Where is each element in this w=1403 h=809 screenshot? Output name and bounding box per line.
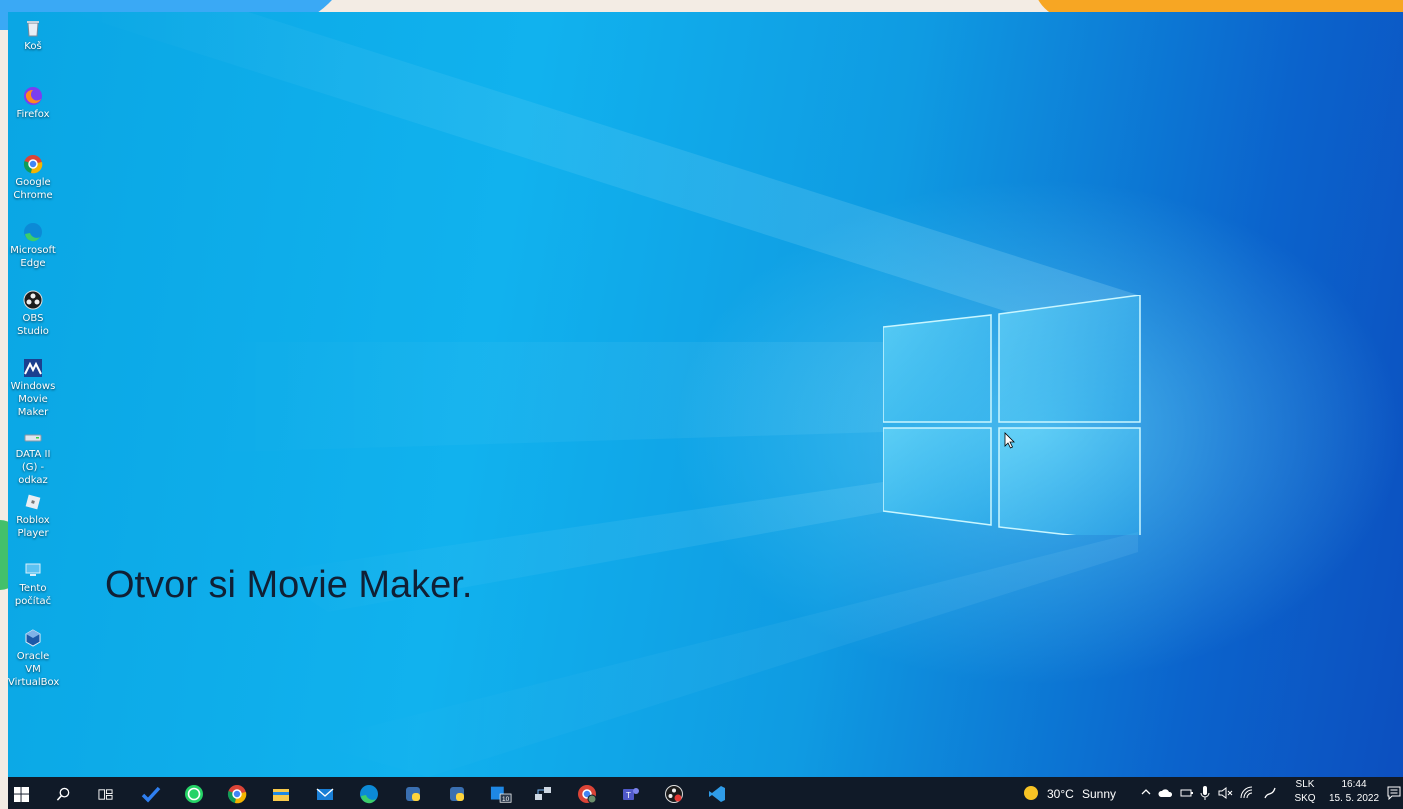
desktop-icon-label: Microsoft Edge bbox=[10, 245, 56, 269]
taskbar: 10 T 30°C Sunny SLK SKQ 16:44 15. 5. 202… bbox=[8, 777, 1403, 809]
desktop-icon-label: OBS Studio bbox=[17, 313, 49, 337]
taskbar-teams[interactable]: T bbox=[620, 783, 642, 805]
vscode-icon bbox=[709, 786, 725, 802]
desktop-icon-chrome[interactable]: Google Chrome bbox=[8, 154, 58, 202]
windows-logo bbox=[883, 295, 1141, 535]
firefox-icon bbox=[24, 87, 42, 105]
obs-icon bbox=[23, 290, 43, 310]
movie-maker-icon bbox=[24, 359, 42, 377]
obs-icon bbox=[665, 785, 683, 803]
taskbar-python-2[interactable] bbox=[446, 783, 468, 805]
weather-condition: Sunny bbox=[1082, 787, 1117, 801]
desktop-icon-firefox[interactable]: Firefox bbox=[8, 86, 58, 121]
taskbar-python-1[interactable] bbox=[402, 783, 424, 805]
desktop-icon-this-pc[interactable]: Tento počítač bbox=[8, 560, 58, 608]
chrome-profile-icon bbox=[578, 785, 597, 804]
desktop-icon-label: Oracle VM VirtualBox bbox=[8, 651, 60, 688]
taskbar-todo[interactable] bbox=[140, 783, 162, 805]
clock-time: 16:44 bbox=[1341, 779, 1367, 790]
roblox-icon bbox=[25, 494, 41, 510]
desktop-icon-obs[interactable]: OBS Studio bbox=[8, 290, 58, 338]
language-code: SLK bbox=[1295, 779, 1315, 790]
desktop-icon-data-drive[interactable]: DATA II (G) - odkaz bbox=[8, 426, 58, 487]
taskbar-edge[interactable] bbox=[358, 783, 380, 805]
python-icon bbox=[406, 787, 420, 801]
desktop-icon-label: Koš bbox=[24, 41, 42, 52]
edge-icon bbox=[24, 223, 42, 242]
wifi-icon[interactable] bbox=[1240, 786, 1254, 800]
screen-frame: Koš Firefox Google Chrome Microsoft Edge… bbox=[0, 0, 1403, 809]
chevron-up-icon bbox=[1141, 789, 1151, 795]
taskbar-vscode[interactable] bbox=[706, 783, 728, 805]
task-view-icon bbox=[97, 788, 113, 800]
desktop-icon-virtualbox[interactable]: Oracle VM VirtualBox bbox=[8, 628, 60, 689]
taskbar-search-button[interactable] bbox=[52, 783, 74, 805]
chrome-icon bbox=[227, 785, 247, 804]
file-explorer-icon bbox=[273, 789, 289, 801]
edge-icon bbox=[360, 785, 378, 804]
search-icon bbox=[56, 787, 69, 801]
todo-icon bbox=[141, 786, 161, 803]
mouse-cursor-icon bbox=[1004, 432, 1015, 449]
desktop-icon-label: Roblox Player bbox=[16, 515, 50, 539]
clock[interactable]: 16:44 15. 5. 2022 bbox=[1325, 779, 1383, 804]
desktop-icon-label: DATA II (G) - odkaz bbox=[15, 449, 51, 486]
drive-shortcut-icon bbox=[24, 434, 42, 442]
teams-icon: T bbox=[623, 788, 639, 800]
mail-icon bbox=[316, 788, 334, 800]
virtualbox-icon bbox=[25, 629, 41, 647]
desktop-icon-label: Firefox bbox=[16, 109, 50, 120]
app-badge-count: 10 bbox=[502, 796, 510, 803]
app-badge-icon: 10 bbox=[490, 786, 512, 803]
taskbar-chrome-profile[interactable] bbox=[576, 783, 598, 805]
taskbar-network-app[interactable] bbox=[532, 783, 554, 805]
taskbar-whatsapp[interactable] bbox=[183, 783, 205, 805]
network-app-icon bbox=[535, 787, 551, 800]
task-view-button[interactable] bbox=[94, 783, 116, 805]
desktop-icon-label: Windows Movie Maker bbox=[10, 381, 56, 418]
instruction-caption: Otvor si Movie Maker. bbox=[105, 564, 473, 606]
desktop-icon-roblox[interactable]: Roblox Player bbox=[8, 492, 58, 540]
taskbar-chrome[interactable] bbox=[226, 783, 248, 805]
pen-icon[interactable] bbox=[1262, 785, 1278, 801]
start-button[interactable] bbox=[10, 783, 32, 805]
wallpaper-light-beams bbox=[68, 12, 1138, 777]
taskbar-mail[interactable] bbox=[314, 783, 336, 805]
svg-text:T: T bbox=[626, 791, 631, 800]
show-hidden-icons-button[interactable] bbox=[1140, 786, 1152, 801]
sun-icon bbox=[1024, 786, 1038, 800]
this-pc-icon bbox=[25, 563, 41, 576]
whatsapp-icon bbox=[185, 785, 203, 803]
keyboard-layout: SKQ bbox=[1294, 793, 1316, 804]
notification-icon bbox=[1387, 786, 1401, 801]
action-center-button[interactable] bbox=[1387, 786, 1401, 803]
taskbar-app-badge[interactable]: 10 bbox=[490, 783, 512, 805]
desktop-icon-edge[interactable]: Microsoft Edge bbox=[8, 222, 58, 270]
volume-muted-icon[interactable] bbox=[1218, 786, 1234, 800]
recycle-bin-icon bbox=[27, 21, 39, 37]
desktop[interactable]: Koš Firefox Google Chrome Microsoft Edge… bbox=[8, 12, 1403, 777]
python-icon bbox=[450, 787, 464, 801]
chrome-icon bbox=[23, 155, 43, 174]
desktop-icon-movie-maker[interactable]: Windows Movie Maker bbox=[8, 358, 58, 419]
onedrive-icon[interactable] bbox=[1158, 787, 1174, 799]
battery-icon[interactable] bbox=[1180, 787, 1194, 799]
microphone-icon[interactable] bbox=[1200, 785, 1210, 801]
desktop-icon-recycle-bin[interactable]: Koš bbox=[8, 18, 58, 53]
taskbar-obs[interactable] bbox=[663, 783, 685, 805]
desktop-icon-label: Google Chrome bbox=[13, 177, 53, 201]
start-icon bbox=[13, 786, 29, 802]
system-tray: 30°C Sunny SLK SKQ 16:44 15. 5. 2022 bbox=[1020, 777, 1403, 809]
weather-widget[interactable] bbox=[1023, 785, 1039, 804]
weather-temperature: 30°C bbox=[1047, 787, 1074, 801]
desktop-icon-label: Tento počítač bbox=[14, 583, 52, 607]
input-language[interactable]: SLK SKQ bbox=[1285, 779, 1325, 804]
clock-date: 15. 5. 2022 bbox=[1328, 793, 1380, 804]
taskbar-file-explorer[interactable] bbox=[270, 783, 292, 805]
